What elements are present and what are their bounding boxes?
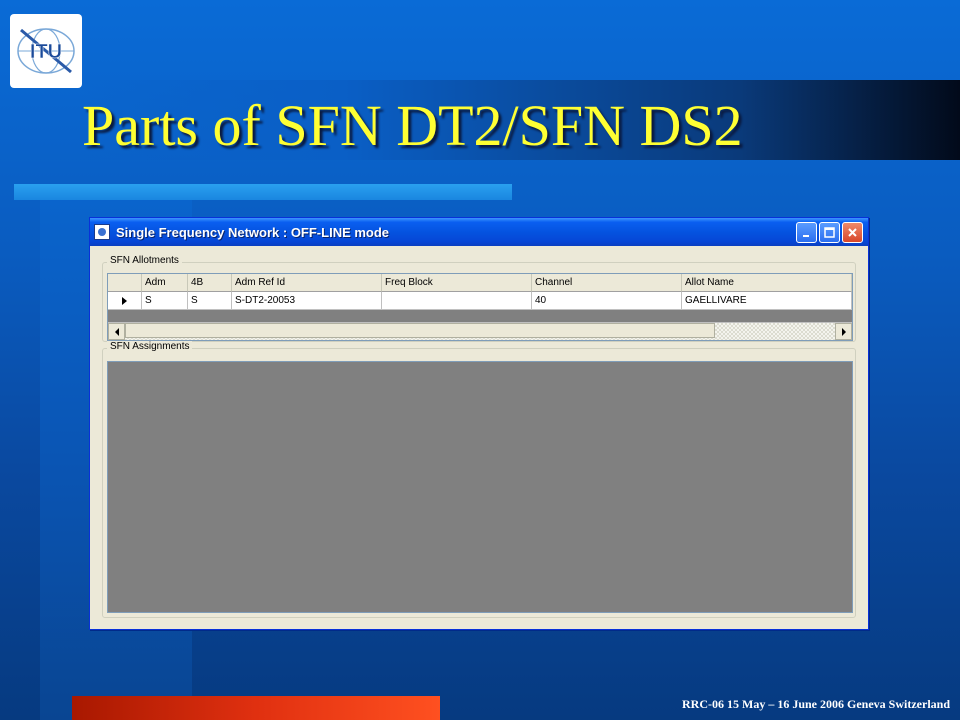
sfn-window: Single Frequency Network : OFF-LINE mode… [89,217,869,630]
accent-bar [14,184,512,200]
allotments-grid[interactable]: Adm 4B Adm Ref Id Freq Block Channel All… [107,273,853,341]
column-header-allot-name[interactable]: Allot Name [682,274,852,292]
minimize-icon [802,234,809,237]
footer-accent-bar [72,696,440,720]
horizontal-scrollbar[interactable] [108,322,852,340]
header-row-selector [108,274,142,292]
scroll-track[interactable] [125,323,835,340]
grid-header: Adm 4B Adm Ref Id Freq Block Channel All… [108,274,852,292]
maximize-icon [824,227,835,238]
column-header-freq-block[interactable]: Freq Block [382,274,532,292]
cell-allot-name[interactable]: GAELLIVARE [682,292,852,310]
cell-adm[interactable]: S [142,292,188,310]
scroll-left-button[interactable] [108,323,125,340]
cell-adm-ref-id[interactable]: S-DT2-20053 [232,292,382,310]
cell-4b[interactable]: S [188,292,232,310]
scroll-right-icon [841,327,846,336]
itu-logo-graphic: ITU [17,28,75,74]
column-header-adm[interactable]: Adm [142,274,188,292]
close-button[interactable] [842,222,863,243]
close-icon [848,228,857,237]
cell-freq-block[interactable] [382,292,532,310]
allotments-group: SFN Allotments Adm 4B Adm Ref Id Freq Bl… [102,255,856,342]
scroll-left-icon [114,327,119,336]
maximize-button[interactable] [819,222,840,243]
allotments-legend: SFN Allotments [107,255,182,266]
assignments-group: SFN Assignments [102,341,856,618]
footer-text: RRC-06 15 May – 16 June 2006 Geneva Swit… [682,697,950,711]
column-header-4b[interactable]: 4B [188,274,232,292]
scroll-thumb[interactable] [125,323,715,338]
scroll-right-button[interactable] [835,323,852,340]
column-header-channel[interactable]: Channel [532,274,682,292]
window-title: Single Frequency Network : OFF-LINE mode [116,224,390,240]
minimize-button[interactable] [796,222,817,243]
table-row[interactable]: S S S-DT2-20053 40 GAELLIVARE [108,292,852,310]
assignments-legend: SFN Assignments [107,341,193,352]
assignments-grid[interactable] [107,361,853,613]
titlebar-buttons [796,222,863,243]
app-icon[interactable] [94,224,110,240]
row-pointer-icon[interactable] [108,292,142,310]
itu-logo-icon: ITU [10,14,82,88]
logo-text: ITU [30,41,62,63]
column-header-adm-ref-id[interactable]: Adm Ref Id [232,274,382,292]
cell-channel[interactable]: 40 [532,292,682,310]
slide-title: Parts of SFN DT2/SFN DS2 [82,93,743,158]
window-titlebar[interactable]: Single Frequency Network : OFF-LINE mode [90,218,868,246]
